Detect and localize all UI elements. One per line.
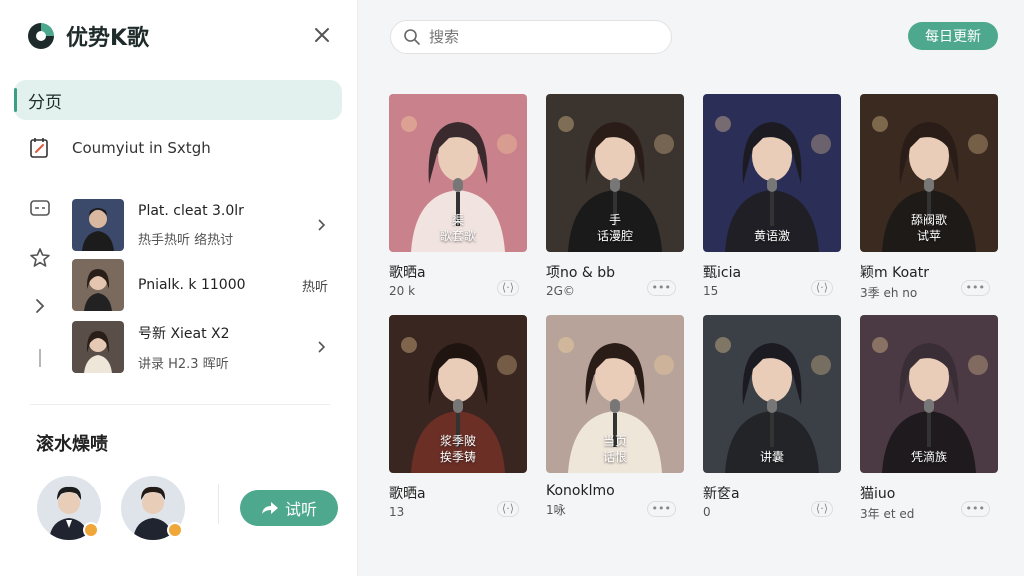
song-subtitle: 热手热听 络热讨 — [138, 232, 234, 248]
hot-tag: 热听 — [301, 279, 328, 295]
sidebar: 优势K歌 分页 Coumyiut in Sxtgh Plat. cleat 3.… — [0, 0, 358, 576]
song-card[interactable]: 凭滴族 猫iuo 3年 et ed ••• — [860, 315, 1000, 522]
divider — [218, 484, 219, 524]
song-cover-image: 讲囊 — [703, 315, 841, 473]
search-icon — [404, 29, 420, 45]
list-item[interactable]: Pnialk. k 11000 热听 — [72, 258, 334, 312]
cover-caption-line: 试苹 — [916, 229, 941, 243]
chevron-right-icon[interactable] — [314, 340, 328, 354]
cover-caption-line: 浆季陂 — [439, 434, 476, 448]
song-title: 号新 Xieat X2 — [138, 325, 230, 342]
more-options-icon[interactable]: ⟨·⟩ — [810, 280, 833, 296]
cover-caption: 浆季陂 挨季铸 — [389, 433, 527, 465]
cover-caption: 舔阀歌 试苹 — [860, 212, 998, 244]
search-bar[interactable] — [390, 20, 672, 54]
cover-caption: 凭滴族 — [860, 449, 998, 465]
song-thumbnail — [72, 199, 124, 251]
calendar-edit-icon — [30, 138, 48, 158]
card-icon[interactable] — [28, 196, 52, 220]
divider — [30, 404, 330, 405]
cover-caption-line: 挨季铸 — [439, 450, 476, 464]
cover-caption: 手话漫腔 — [546, 212, 684, 244]
more-options-icon[interactable]: ••• — [646, 280, 676, 296]
cover-caption-line: 凭滴族 — [910, 450, 947, 464]
song-thumbnail — [72, 259, 124, 311]
share-arrow-icon — [261, 502, 278, 514]
more-options-icon[interactable]: ••• — [960, 501, 990, 517]
song-title: Plat. cleat 3.0lr — [138, 202, 244, 219]
cover-caption: 讲囊 — [703, 449, 841, 465]
cover-caption-line: 话恨 — [602, 450, 627, 464]
song-title: 歌晒a — [389, 486, 426, 502]
list-item[interactable]: 号新 Xieat X2 讲录 H2.3 晖听 — [72, 320, 334, 374]
song-cover-image: 黄语激 — [703, 94, 841, 252]
chevron-right-icon[interactable] — [28, 294, 52, 318]
listen-button-label: 试听 — [284, 500, 317, 519]
nav-item-label: 分页 — [28, 92, 62, 113]
song-cover-image: 当页 话恨 — [546, 315, 684, 473]
cover-caption-line: 讲囊 — [759, 450, 784, 464]
nav-item-schedule[interactable]: Coumyiut in Sxtgh — [28, 136, 211, 160]
more-options-icon[interactable]: ••• — [646, 501, 676, 517]
cover-caption: 渠歌套歌 — [389, 212, 527, 244]
song-title: Konoklmo — [546, 483, 615, 499]
cover-caption-line: 渠 — [451, 213, 464, 227]
song-card[interactable]: 渠歌套歌 歌晒a 20 k ⟨·⟩ — [389, 94, 529, 298]
badge-icon — [83, 522, 99, 538]
song-title: 新奁a — [703, 486, 740, 502]
nav-item-active[interactable]: 分页 — [14, 80, 342, 120]
song-title: 项no & bb — [546, 265, 616, 281]
song-cover-image: 渠歌套歌 — [389, 94, 527, 252]
song-cover-image: 手话漫腔 — [546, 94, 684, 252]
song-cover-image: 舔阀歌 试苹 — [860, 94, 998, 252]
close-icon[interactable] — [311, 24, 333, 46]
cover-caption-line: 当页 — [602, 434, 627, 448]
song-title: 猫iuo — [860, 486, 896, 502]
divider-line-icon — [39, 349, 41, 367]
cover-caption-line: 舔阀歌 — [910, 213, 947, 227]
cover-caption-line: 黄语激 — [753, 229, 790, 243]
app-logo-icon — [28, 23, 54, 49]
song-title: Pnialk. k 11000 — [138, 277, 246, 293]
more-options-icon[interactable]: ⟨·⟩ — [496, 280, 519, 296]
daily-update-button[interactable]: 每日更新 — [908, 22, 998, 50]
song-cover-image: 浆季陂 挨季铸 — [389, 315, 527, 473]
badge-icon — [167, 522, 183, 538]
chevron-right-icon[interactable] — [314, 218, 328, 232]
more-options-icon[interactable]: ••• — [960, 280, 990, 296]
song-card[interactable]: 手话漫腔 项no & bb 2G© ••• — [546, 94, 686, 298]
list-item[interactable]: Plat. cleat 3.0lr 热手热听 络热讨 — [72, 198, 334, 252]
song-title: 甄icia — [703, 265, 742, 281]
cover-caption-line: 歌套歌 — [439, 229, 476, 243]
brand: 优势K歌 — [26, 20, 149, 52]
app-name: 优势K歌 — [66, 26, 150, 51]
song-subtitle: 讲录 H2.3 晖听 — [138, 356, 229, 372]
star-icon[interactable] — [28, 246, 52, 270]
cover-caption: 黄语激 — [703, 228, 841, 244]
song-cover-image: 凭滴族 — [860, 315, 998, 473]
search-input[interactable] — [429, 28, 649, 46]
song-title: 歌晒a — [389, 265, 426, 281]
nav-item-label: Coumyiut in Sxtgh — [72, 139, 211, 157]
listen-button[interactable]: 试听 — [240, 490, 338, 526]
more-options-icon[interactable]: ⟨·⟩ — [810, 501, 833, 517]
song-title: 颖m Koatr — [860, 265, 929, 281]
section-title: 滚水燥啧 — [36, 434, 108, 455]
song-card[interactable]: 浆季陂 挨季铸 歌晒a 13 ⟨·⟩ — [389, 315, 529, 519]
song-card[interactable]: 当页 话恨 Konoklmo 1咏 ••• — [546, 315, 686, 518]
song-thumbnail — [72, 321, 124, 373]
song-card[interactable]: 黄语激 甄icia 15 ⟨·⟩ — [703, 94, 843, 298]
cover-caption-line: 话漫腔 — [596, 229, 633, 243]
cover-caption-line: 手 — [608, 213, 621, 227]
song-card[interactable]: 舔阀歌 试苹 颖m Koatr 3季 eh no ••• — [860, 94, 1000, 301]
cover-caption: 当页 话恨 — [546, 433, 684, 465]
more-options-icon[interactable]: ⟨·⟩ — [496, 501, 519, 517]
song-card[interactable]: 讲囊 新奁a 0 ⟨·⟩ — [703, 315, 843, 519]
